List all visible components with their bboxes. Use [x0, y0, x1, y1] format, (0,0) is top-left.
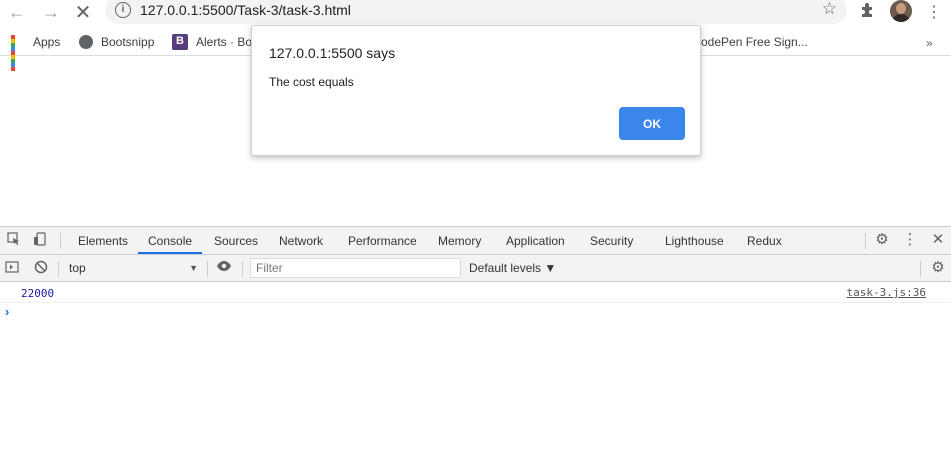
tab-network[interactable]: Network	[279, 227, 323, 254]
bootstrap-icon: B	[172, 34, 188, 50]
ok-button[interactable]: OK	[619, 107, 685, 140]
console-filter-input[interactable]	[250, 258, 461, 278]
bookmark-apps[interactable]: Apps	[11, 32, 61, 71]
console-settings-gear-icon[interactable]: ⚙	[930, 260, 946, 276]
inspect-element-icon[interactable]	[6, 232, 22, 248]
bookmark-label: Alerts · Boo	[196, 35, 259, 49]
profile-avatar[interactable]	[890, 0, 912, 22]
toolbar-divider	[920, 261, 921, 277]
device-toolbar-icon[interactable]	[32, 232, 48, 248]
toolbar-divider	[58, 261, 59, 277]
close-devtools-icon[interactable]: ✕	[930, 232, 946, 248]
tab-security[interactable]: Security	[590, 227, 633, 254]
bookmark-label: Apps	[33, 35, 61, 49]
tab-console[interactable]: Console	[138, 227, 203, 254]
forward-arrow-icon[interactable]: →	[40, 1, 62, 23]
tab-sources[interactable]: Sources	[214, 227, 258, 254]
bookmark-alerts[interactable]: B Alerts · Boo	[172, 32, 259, 52]
browser-menu-icon[interactable]: ⋮	[926, 2, 942, 22]
dialog-message: The cost equals	[269, 75, 354, 89]
toolbar-divider	[865, 233, 866, 249]
tab-application[interactable]: Application	[506, 227, 565, 254]
browser-toolbar: ← → ✕ i 127.0.0.1:5500/Task-3/task-3.htm…	[0, 0, 951, 24]
tab-performance[interactable]: Performance	[348, 227, 417, 254]
more-bookmarks-icon[interactable]: »	[926, 36, 933, 50]
address-bar[interactable]: i 127.0.0.1:5500/Task-3/task-3.html ☆	[105, 0, 847, 24]
bookmark-star-icon[interactable]: ☆	[822, 0, 837, 19]
log-source-link[interactable]: task-3.js:36	[847, 286, 926, 299]
tab-memory[interactable]: Memory	[438, 227, 481, 254]
stop-loading-icon[interactable]: ✕	[72, 1, 94, 24]
context-value: top	[69, 261, 86, 275]
dialog-title: 127.0.0.1:5500 says	[269, 45, 396, 61]
back-arrow-icon[interactable]: ←	[6, 1, 28, 23]
tab-redux[interactable]: Redux	[747, 227, 782, 254]
alert-dialog: 127.0.0.1:5500 says The cost equals OK	[251, 25, 701, 156]
devtools-tab-bar: Elements Console Sources Network Perform…	[0, 227, 951, 255]
context-selector[interactable]: top ▼	[64, 259, 202, 278]
bookmark-bootsnipp[interactable]: Bootsnipp	[79, 32, 154, 52]
bookmark-label: Bootsnipp	[101, 35, 155, 49]
site-info-icon[interactable]: i	[115, 2, 131, 18]
clear-console-icon[interactable]	[33, 260, 49, 276]
log-value[interactable]: 22000	[21, 287, 54, 300]
globe-icon	[79, 35, 93, 49]
bookmark-label: odePen Free Sign...	[701, 35, 808, 49]
show-sidebar-icon[interactable]	[4, 260, 20, 276]
dropdown-arrow-icon: ▼	[189, 263, 198, 273]
browser-window: ← → ✕ i 127.0.0.1:5500/Task-3/task-3.htm…	[0, 0, 951, 457]
console-toolbar: top ▼ Default levels ▼ ⚙	[0, 255, 951, 282]
address-url[interactable]: 127.0.0.1:5500/Task-3/task-3.html	[140, 2, 351, 18]
toolbar-divider	[60, 233, 61, 249]
console-log-row: 22000 task-3.js:36	[0, 283, 951, 303]
devtools-panel: Elements Console Sources Network Perform…	[0, 226, 951, 457]
live-expression-eye-icon[interactable]	[216, 260, 232, 276]
tab-elements[interactable]: Elements	[78, 227, 128, 254]
apps-grid-icon	[11, 35, 25, 71]
toolbar-divider	[242, 261, 243, 277]
console-prompt-icon[interactable]: ›	[5, 304, 9, 319]
toolbar-divider	[207, 261, 208, 277]
tab-lighthouse[interactable]: Lighthouse	[665, 227, 724, 254]
settings-gear-icon[interactable]: ⚙	[874, 232, 890, 248]
log-levels-dropdown[interactable]: Default levels ▼	[469, 261, 556, 275]
devtools-menu-icon[interactable]: ⋮	[902, 232, 918, 248]
extensions-puzzle-icon[interactable]	[860, 2, 878, 20]
bookmark-codepen[interactable]: odePen Free Sign...	[701, 32, 808, 52]
